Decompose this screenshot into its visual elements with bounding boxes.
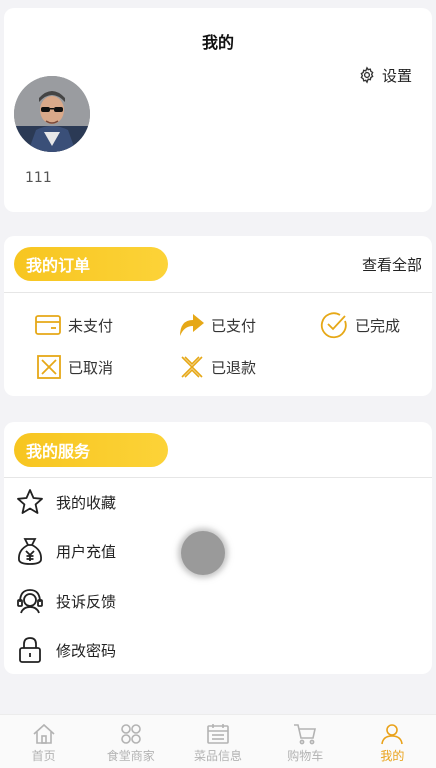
tab-shopping-cart-label: 购物车 [287, 749, 324, 763]
money-bag-icon [18, 538, 42, 565]
tab-shopping-cart[interactable]: 购物车 [262, 715, 349, 768]
lock-icon [19, 637, 41, 663]
order-completed-label: 已完成 [355, 316, 401, 335]
service-favorites-label: 我的收藏 [56, 493, 117, 512]
settings-button[interactable]: 设置 [358, 64, 412, 86]
check-circle-icon [320, 312, 347, 339]
refund-x-icon [181, 356, 203, 378]
service-feedback-label: 投诉反馈 [56, 592, 117, 611]
tab-home-label: 首页 [31, 749, 56, 763]
bottom-tab-bar: 首页 食堂商家 菜品信息 购物车 我的 [0, 714, 436, 768]
divider [4, 292, 432, 293]
forward-arrow-icon [180, 314, 204, 336]
star-icon [17, 489, 43, 514]
service-recharge-label: 用户充值 [56, 542, 117, 561]
orders-section-title: 我的订单 [14, 247, 168, 281]
order-completed[interactable]: 已完成 [319, 310, 400, 340]
order-unpaid[interactable]: 未支付 [34, 310, 113, 340]
services-section-title: 我的服务 [14, 433, 168, 467]
order-cancelled-label: 已取消 [68, 358, 114, 377]
tab-mine-label: 我的 [380, 749, 405, 763]
avatar[interactable] [14, 76, 90, 152]
service-favorites[interactable]: 我的收藏 [16, 487, 116, 517]
tab-home[interactable]: 首页 [0, 715, 87, 768]
grid-icon [120, 724, 141, 744]
tab-dish-info-label: 菜品信息 [194, 749, 243, 763]
order-refunded[interactable]: 已退款 [179, 352, 256, 382]
cart-icon [294, 724, 317, 745]
username: 111 [25, 170, 52, 186]
avatar-photo [14, 76, 90, 152]
order-paid[interactable]: 已支付 [177, 310, 256, 340]
order-refunded-label: 已退款 [211, 358, 257, 377]
tab-dish-info[interactable]: 菜品信息 [174, 715, 261, 768]
tab-canteen-merchants[interactable]: 食堂商家 [87, 715, 174, 768]
order-unpaid-label: 未支付 [68, 316, 114, 335]
tab-mine[interactable]: 我的 [349, 715, 436, 768]
floating-assist-button[interactable] [181, 531, 225, 575]
tab-canteen-merchants-label: 食堂商家 [106, 749, 155, 763]
divider [4, 477, 432, 478]
calendar-icon [207, 724, 229, 744]
headset-icon [17, 589, 43, 614]
gear-icon [360, 66, 374, 84]
view-all-orders-link[interactable]: 查看全部 [362, 254, 422, 275]
order-cancelled[interactable]: 已取消 [36, 352, 113, 382]
profile-card: 我的 设置 111 [4, 8, 432, 212]
service-feedback[interactable]: 投诉反馈 [16, 586, 116, 616]
page-title: 我的 [201, 33, 234, 52]
service-recharge[interactable]: 用户充值 [16, 536, 116, 566]
order-paid-label: 已支付 [211, 316, 257, 335]
home-icon [33, 723, 55, 744]
orders-card: 我的订单 查看全部 未支付 已支付 已完成 已取消 已退款 [4, 236, 432, 396]
user-icon [381, 724, 404, 745]
cancel-box-icon [37, 355, 61, 379]
card-icon [35, 315, 61, 335]
settings-label: 设置 [381, 66, 412, 85]
service-change-password-label: 修改密码 [56, 641, 117, 660]
service-change-password[interactable]: 修改密码 [16, 635, 116, 665]
